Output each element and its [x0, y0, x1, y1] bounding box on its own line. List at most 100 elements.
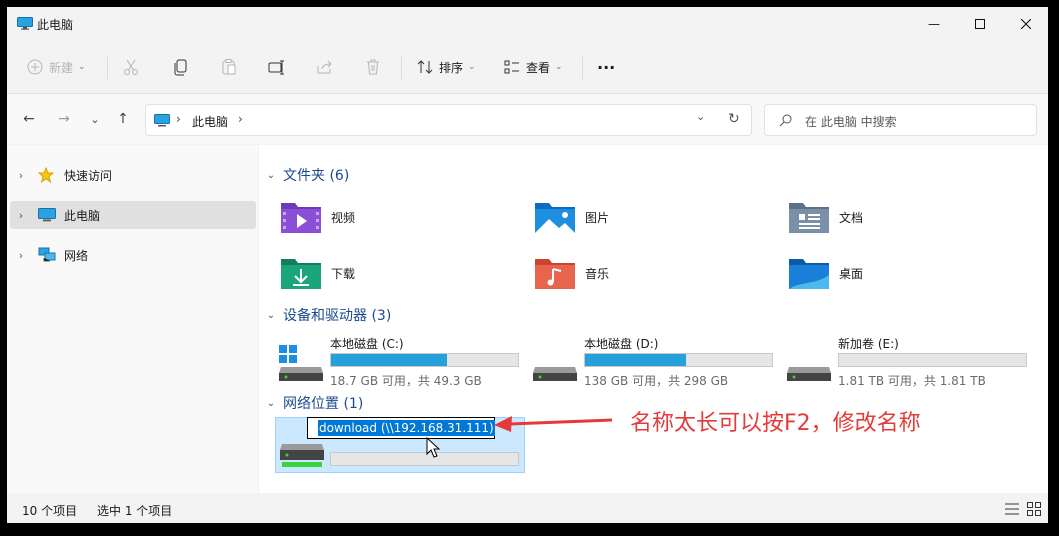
downloads-folder-icon	[281, 259, 321, 289]
cut-icon	[124, 59, 138, 75]
group-network-header[interactable]: ⌄ 网络位置 (1)	[259, 391, 363, 415]
address-history-dropdown[interactable]: ⌄	[696, 110, 705, 123]
drive-usage-bar	[330, 353, 519, 367]
recent-locations-button[interactable]: ⌄	[83, 107, 107, 131]
network-icon	[38, 247, 58, 263]
folder-name: 图片	[585, 210, 610, 225]
chevron-down-icon: ⌄	[90, 112, 100, 126]
title-bar: 此电脑 —	[7, 7, 1048, 41]
share-icon	[317, 60, 332, 74]
folder-name: 桌面	[839, 266, 864, 281]
drive-usage-fill	[585, 354, 686, 366]
computer-icon	[154, 114, 170, 127]
cut-button[interactable]	[122, 51, 140, 83]
paste-button[interactable]	[220, 51, 238, 83]
sort-button[interactable]: 排序 ⌄	[417, 51, 476, 83]
address-bar[interactable]: › 此电脑 › ⌄ ↻	[145, 104, 752, 136]
more-icon: ···	[597, 57, 616, 77]
network-drive-icon	[280, 444, 324, 467]
new-label: 新建	[49, 60, 74, 75]
folder-pictures[interactable]: 图片	[513, 195, 753, 239]
folder-music[interactable]: 音乐	[513, 251, 753, 295]
command-bar: 新建 ⌄ 排序 ⌄ 查看 ⌄ ···	[7, 41, 1048, 94]
drive-usage-text: 18.7 GB 可用，共 49.3 GB	[330, 374, 482, 388]
folder-name: 音乐	[585, 266, 610, 281]
computer-icon	[17, 17, 33, 30]
sort-icon	[417, 60, 433, 74]
search-box[interactable]: 在 此电脑 中搜索	[764, 104, 1037, 136]
file-explorer-window: 此电脑 — 新建 ⌄ 排序 ⌄ 查看 ⌄ ··· ← → ⌄ ↑ › 此电脑 ›…	[7, 7, 1048, 523]
rename-input[interactable]: download (\\192.168.31.111)	[307, 417, 495, 439]
group-drives-header[interactable]: ⌄ 设备和驱动器 (3)	[259, 303, 391, 327]
music-folder-icon	[535, 259, 575, 289]
drive-usage-bar	[584, 353, 773, 367]
drive-name: 本地磁盘 (C:)	[330, 337, 404, 351]
group-folders-header[interactable]: ⌄ 文件夹 (6)	[259, 163, 349, 187]
annotation-text: 名称太长可以按F2，修改名称	[630, 411, 921, 436]
folder-downloads[interactable]: 下载	[259, 251, 499, 295]
share-button[interactable]	[316, 51, 334, 83]
chevron-right-icon: ›	[18, 248, 24, 262]
item-count: 10 个项目	[22, 504, 78, 518]
chevron-down-icon: ⌄	[555, 62, 563, 72]
videos-folder-icon	[281, 203, 321, 233]
drive-usage-bar	[330, 452, 519, 466]
folder-desktop[interactable]: 桌面	[767, 251, 1007, 295]
new-button[interactable]: 新建 ⌄	[27, 51, 86, 83]
folder-name: 下载	[331, 266, 356, 281]
delete-button[interactable]	[364, 51, 382, 83]
folder-videos[interactable]: 视频	[259, 195, 499, 239]
navigation-pane: › 快速访问 › 此电脑 › 网络	[7, 145, 258, 493]
sidebar-item-network[interactable]: › 网络	[10, 241, 256, 269]
drive-c[interactable]: 本地磁盘 (C:) 18.7 GB 可用，共 49.3 GB	[259, 331, 519, 391]
drive-d[interactable]: 本地磁盘 (D:) 138 GB 可用，共 298 GB	[513, 331, 773, 391]
arrow-right-icon: →	[58, 111, 70, 127]
group-title: 文件夹 (6)	[283, 168, 350, 184]
close-button[interactable]	[1003, 7, 1048, 41]
rename-button[interactable]	[268, 51, 286, 83]
breadcrumb-separator: ›	[238, 112, 243, 126]
close-icon	[1021, 19, 1031, 29]
drive-usage-text: 1.81 TB 可用，共 1.81 TB	[838, 374, 986, 388]
computer-icon	[38, 207, 58, 223]
group-title: 设备和驱动器 (3)	[283, 308, 392, 324]
details-view-icon[interactable]	[1005, 503, 1019, 515]
plus-circle-icon	[27, 59, 43, 75]
chevron-down-icon: ⌄	[266, 397, 276, 409]
maximize-button[interactable]	[957, 7, 1003, 41]
sidebar-item-label: 快速访问	[64, 168, 113, 183]
up-button[interactable]: ↑	[111, 107, 135, 131]
navigation-bar: ← → ⌄ ↑ › 此电脑 › ⌄ ↻ 在 此电脑 中搜索	[7, 94, 1048, 144]
group-title: 网络位置 (1)	[283, 396, 364, 412]
view-button[interactable]: 查看 ⌄	[504, 51, 563, 83]
chevron-right-icon: ›	[18, 208, 24, 222]
divider	[582, 57, 583, 79]
window-title: 此电脑	[37, 18, 74, 32]
refresh-icon[interactable]: ↻	[728, 111, 740, 127]
chevron-down-icon: ⌄	[266, 169, 276, 181]
more-options-button[interactable]: ···	[597, 51, 615, 83]
forward-button[interactable]: →	[52, 107, 76, 131]
search-icon	[779, 114, 792, 127]
arrow-up-icon: ↑	[117, 111, 129, 127]
minimize-button[interactable]: —	[911, 7, 957, 41]
breadcrumb-this-pc[interactable]: 此电脑	[192, 113, 228, 130]
rename-icon	[268, 60, 284, 75]
minimize-icon: —	[928, 17, 940, 31]
chevron-down-icon: ⌄	[266, 309, 276, 321]
view-label: 查看	[526, 60, 551, 75]
drive-e[interactable]: 新加卷 (E:) 1.81 TB 可用，共 1.81 TB	[767, 331, 1027, 391]
view-icon	[504, 60, 519, 74]
sidebar-item-this-pc[interactable]: › 此电脑	[10, 201, 256, 229]
tiles-view-icon[interactable]	[1027, 502, 1041, 516]
back-button[interactable]: ←	[17, 107, 41, 131]
drive-name: 新加卷 (E:)	[838, 337, 899, 351]
copy-button[interactable]	[172, 51, 190, 83]
sidebar-item-quick-access[interactable]: › 快速访问	[10, 161, 256, 189]
sort-label: 排序	[439, 60, 464, 75]
folder-documents[interactable]: 文档	[767, 195, 1007, 239]
search-input[interactable]: 在 此电脑 中搜索	[805, 113, 897, 130]
desktop-folder-icon	[789, 259, 829, 289]
chevron-right-icon: ›	[18, 168, 24, 182]
mouse-cursor-icon	[426, 437, 440, 458]
